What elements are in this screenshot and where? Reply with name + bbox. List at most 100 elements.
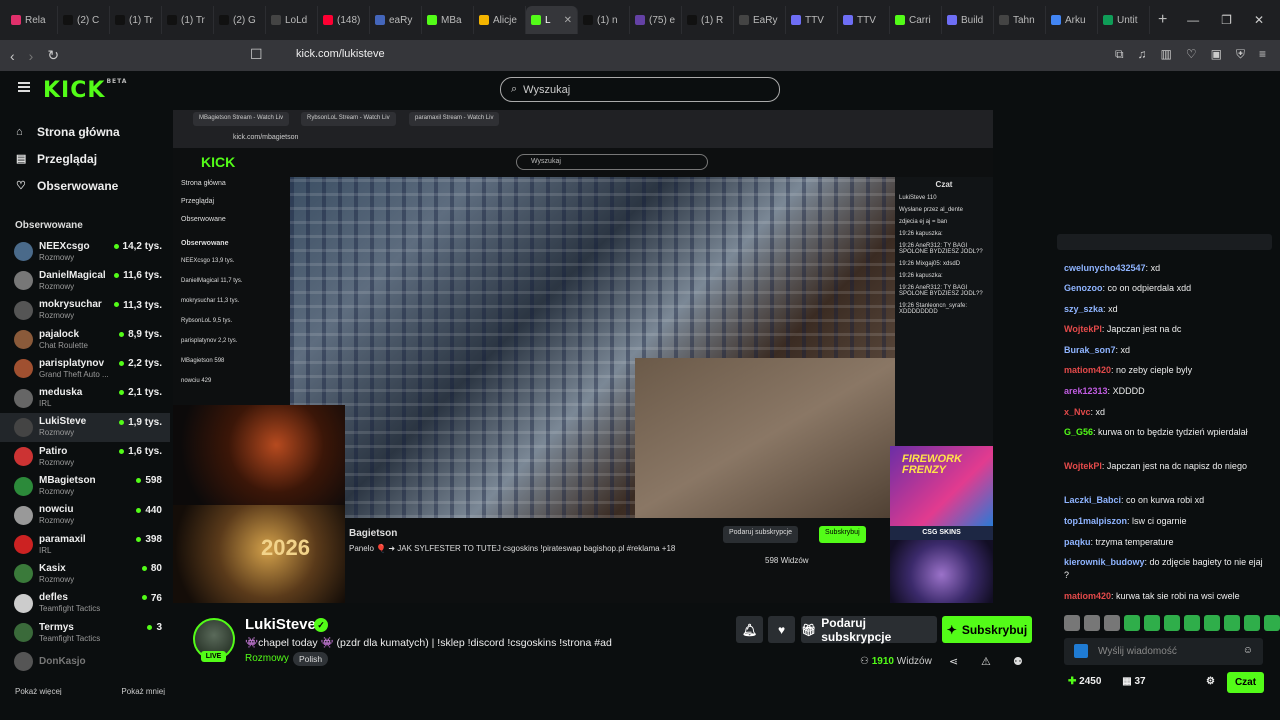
browser-tab[interactable]: TTV [786, 6, 838, 34]
channel-item[interactable]: DonKasjo [0, 647, 170, 676]
chat-username[interactable]: matiom420 [1064, 365, 1111, 375]
chat-input[interactable]: Wyślij wiadomość ☺ [1064, 638, 1263, 665]
emoji-icon[interactable]: ☺ [1243, 645, 1253, 656]
browser-tab[interactable]: (1) R [682, 6, 734, 34]
emote-icon[interactable] [1124, 615, 1140, 631]
nav-home[interactable]: ⌂ Strona główna [0, 118, 170, 145]
browser-tab[interactable]: (75) e [630, 6, 682, 34]
heart-icon[interactable]: ♡ [1186, 47, 1197, 62]
close-tab-icon[interactable]: ✕ [564, 15, 572, 26]
browser-tab[interactable]: L ✕ [526, 6, 578, 34]
video-player[interactable]: MBagietson Stream - Watch Liv RybsonLoL … [173, 110, 993, 603]
nav-following[interactable]: ♡ Obserwowane [0, 172, 170, 199]
chat-message[interactable]: kierownik_budowy: do zdjęcie bagiety to … [1064, 556, 1266, 582]
emote-icon[interactable] [1084, 615, 1100, 631]
subscribe-button[interactable]: ✦ Subskrybuj [942, 616, 1032, 643]
wallet-icon[interactable]: ▣ [1211, 47, 1222, 62]
chat-username[interactable]: G_G56 [1064, 427, 1093, 437]
browser-tab[interactable]: Untit [1098, 6, 1150, 34]
chat-username[interactable]: Laczki_Babci [1064, 495, 1121, 505]
follow-heart-button[interactable]: ♥ [768, 616, 795, 643]
channel-item[interactable]: parisplatynov Grand Theft Auto ... 2,2 tys… [0, 354, 170, 383]
emote-icon[interactable] [1164, 615, 1180, 631]
streamer-name[interactable]: LukiSteve [245, 616, 316, 633]
emote-icon[interactable] [1064, 615, 1080, 631]
url-text[interactable]: kick.com/lukisteve [296, 48, 385, 60]
report-icon[interactable]: ⚠ [981, 655, 991, 668]
chat-message[interactable]: matiom420: kurwa tak sie robi na wsi cwe… [1064, 590, 1266, 603]
channel-item[interactable]: Patiro Rozmowy 1,6 tys. [0, 442, 170, 471]
browser-tab[interactable]: Arku [1046, 6, 1098, 34]
channel-item[interactable]: Termys Teamfight Tactics 3 [0, 618, 170, 647]
chat-message[interactable]: x_Nvc: xd [1064, 406, 1266, 419]
browser-tab[interactable]: Carri [890, 6, 942, 34]
channel-item[interactable]: mokrysuchar Rozmowy 11,3 tys. [0, 296, 170, 325]
chat-message[interactable]: G_G56: kurwa on to będzie tydzień wpierd… [1064, 426, 1266, 439]
chat-username[interactable]: cwelunycho432547 [1064, 263, 1146, 273]
chat-message[interactable]: top1malpiszon: lsw ci ogarnie [1064, 515, 1266, 528]
new-tab-button[interactable]: + [1158, 11, 1167, 29]
emote-icon[interactable] [1144, 615, 1160, 631]
emote-icon[interactable] [1244, 615, 1260, 631]
emote-icon[interactable] [1264, 615, 1280, 631]
chat-message[interactable]: szy_szka: xd [1064, 303, 1266, 316]
channel-item[interactable]: DanielMagical Rozmowy 11,6 tys. [0, 266, 170, 295]
hamburger-menu-icon[interactable] [18, 82, 30, 92]
gift-subscription-button[interactable]: 🎁︎ Podaruj subskrypcje [801, 616, 937, 644]
kick-logo[interactable]: KICKBETA [43, 78, 127, 103]
browser-tab[interactable]: (2) G [214, 6, 266, 34]
chat-message[interactable]: cwelunycho432547: xd [1064, 262, 1266, 275]
music-icon[interactable]: ♫ [1138, 47, 1147, 62]
share-icon[interactable]: ⋖ [949, 655, 958, 668]
chat-username[interactable]: paqku [1064, 537, 1091, 547]
chat-message[interactable]: paqku: trzyma temperature [1064, 536, 1266, 549]
forward-icon[interactable]: › [29, 48, 34, 64]
shield-icon[interactable]: ⛨ [1236, 47, 1245, 62]
points-count[interactable]: 2450 [1079, 676, 1101, 687]
chat-username[interactable]: WojtekPl [1064, 461, 1102, 471]
browser-tab[interactable]: LoLd [266, 6, 318, 34]
gift-count[interactable]: 37 [1134, 676, 1145, 687]
user-icon[interactable]: ⚉ [1013, 655, 1023, 668]
browser-tab[interactable]: (1) Tr [162, 6, 214, 34]
chat-message[interactable]: matiom420: no zeby cieple byly [1064, 364, 1266, 377]
settings-gear-icon[interactable]: ⚙ [1206, 676, 1215, 687]
chat-username[interactable]: x_Nvc [1064, 407, 1091, 417]
maximize-icon[interactable]: ❐ [1221, 13, 1232, 27]
channel-item[interactable]: NEEXcsgo Rozmowy 14,2 tys. [0, 237, 170, 266]
chat-username[interactable]: szy_szka [1064, 304, 1103, 314]
bookmark-icon[interactable]: ☐ [250, 46, 263, 63]
browser-tab[interactable]: TTV [838, 6, 890, 34]
sidebar-icon[interactable]: ▥ [1161, 47, 1172, 62]
chat-username[interactable]: matiom420 [1064, 591, 1111, 601]
chat-message[interactable]: Genozoo: co on odpierdala xdd [1064, 282, 1266, 295]
stream-category[interactable]: Rozmowy [245, 653, 289, 664]
emote-icon[interactable] [1184, 615, 1200, 631]
browser-tab[interactable]: EaRy [734, 6, 786, 34]
browser-tab[interactable]: (1) Tr [110, 6, 162, 34]
chat-message[interactable]: WojtekPl: Japczan jest na dc [1064, 323, 1266, 336]
channel-item[interactable]: pajalock Chat Roulette 8,9 tys. [0, 325, 170, 354]
channel-item[interactable]: Kasix Rozmowy 80 [0, 559, 170, 588]
channel-item[interactable]: paramaxil IRL 398 [0, 530, 170, 559]
browser-tab[interactable]: Build [942, 6, 994, 34]
channel-item[interactable]: nowciu Rozmowy 440 [0, 501, 170, 530]
close-window-icon[interactable]: ✕ [1254, 13, 1264, 27]
chat-send-button[interactable]: Czat [1227, 672, 1264, 693]
chat-message[interactable]: Burak_son7: xd [1064, 344, 1266, 357]
emote-icon[interactable] [1204, 615, 1220, 631]
chat-username[interactable]: kierownik_budowy [1064, 557, 1145, 567]
menu-icon[interactable]: ≡ [1259, 47, 1266, 62]
minimize-icon[interactable]: — [1187, 13, 1199, 27]
browser-tab[interactable]: (1) n [578, 6, 630, 34]
chat-message[interactable]: WojtekPl: Japczan jest na dc napisz do n… [1064, 460, 1266, 473]
channel-item[interactable]: meduska IRL 2,1 tys. [0, 383, 170, 412]
channel-item[interactable]: MBagietson Rozmowy 598 [0, 471, 170, 500]
browser-tab[interactable]: eaRy [370, 6, 422, 34]
channel-item[interactable]: LukiSteve Rozmowy 1,9 tys. [0, 412, 170, 443]
pinned-message[interactable] [1057, 234, 1272, 250]
nav-browse[interactable]: ▤ Przeglądaj [0, 145, 170, 172]
chat-message[interactable]: arek12313: XDDDD [1064, 385, 1266, 398]
chat-username[interactable]: top1malpiszon [1064, 516, 1127, 526]
channel-item[interactable]: defles Teamfight Tactics 76 [0, 589, 170, 618]
